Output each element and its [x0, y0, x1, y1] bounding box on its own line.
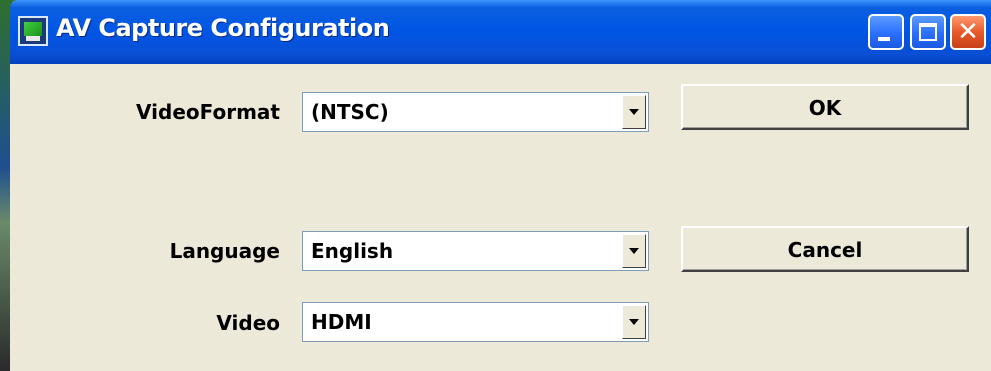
close-icon: ✕	[957, 17, 979, 47]
video-format-value: (NTSC)	[311, 100, 389, 124]
chevron-down-icon[interactable]	[622, 234, 646, 268]
close-button[interactable]: ✕	[950, 14, 986, 50]
ok-button[interactable]: OK	[681, 84, 969, 130]
av-capture-config-window: AV Capture Configuration ✕ VideoFormat (…	[0, 0, 991, 371]
ok-button-label: OK	[808, 96, 842, 120]
language-value: English	[311, 239, 394, 263]
app-icon[interactable]	[18, 16, 48, 46]
cancel-button[interactable]: Cancel	[681, 226, 969, 272]
language-select[interactable]: English	[302, 231, 649, 271]
dialog-client-area: VideoFormat (NTSC) OK Language English C…	[10, 64, 991, 371]
video-label: Video	[216, 311, 280, 335]
maximize-icon	[919, 23, 937, 41]
chevron-down-icon[interactable]	[622, 95, 646, 129]
cancel-button-label: Cancel	[787, 238, 863, 262]
window-title: AV Capture Configuration	[56, 14, 390, 42]
minimize-button[interactable]	[868, 14, 904, 50]
video-format-select[interactable]: (NTSC)	[302, 92, 649, 132]
video-select[interactable]: HDMI	[302, 302, 649, 342]
titlebar[interactable]: AV Capture Configuration ✕	[10, 0, 991, 64]
language-label: Language	[169, 239, 280, 263]
maximize-button[interactable]	[910, 14, 946, 50]
minimize-icon	[878, 37, 890, 41]
video-format-label: VideoFormat	[136, 100, 280, 124]
video-value: HDMI	[311, 310, 372, 334]
chevron-down-icon[interactable]	[622, 305, 646, 339]
